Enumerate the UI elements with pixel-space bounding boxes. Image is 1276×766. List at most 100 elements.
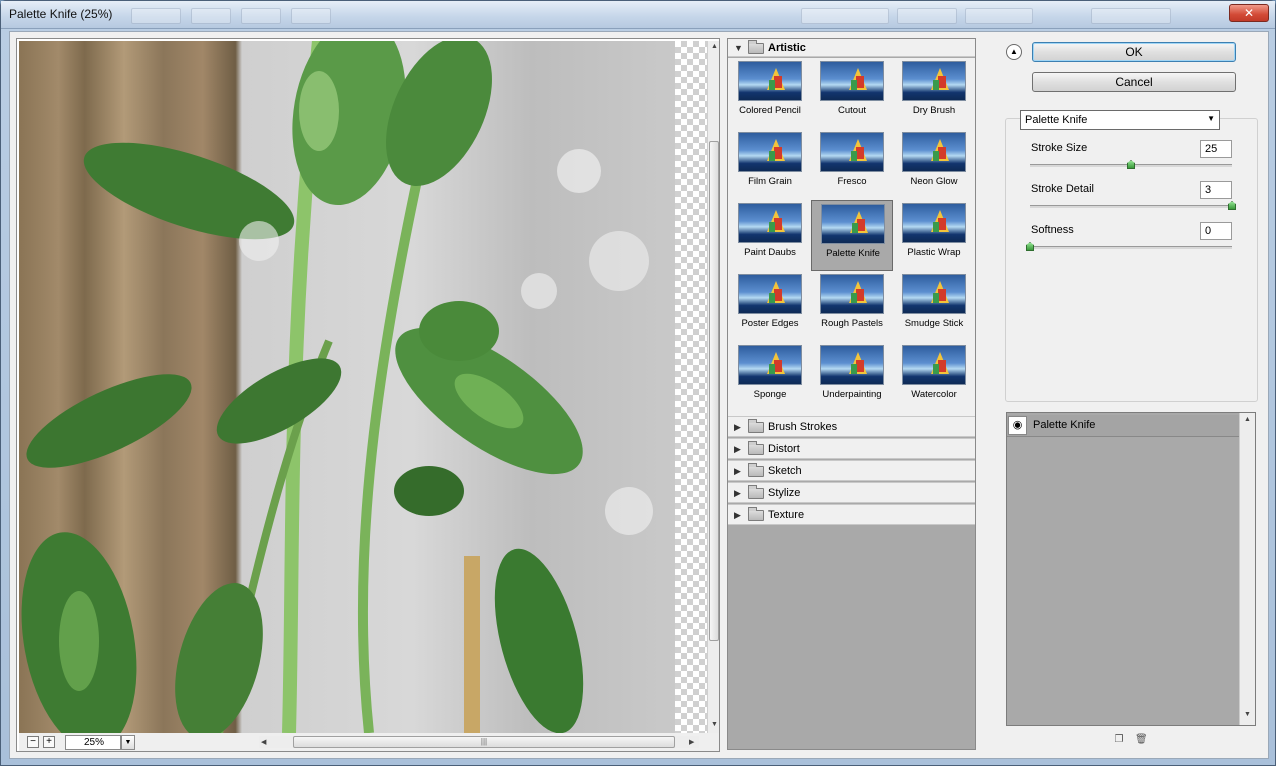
close-button[interactable]: ✕: [1229, 4, 1269, 22]
param-value-field[interactable]: 0: [1200, 222, 1232, 240]
param-slider-track[interactable]: [1030, 246, 1232, 249]
filter-gallery-window: Palette Knife (25%) ✕ ▲ ▼ − + 25% ▼ ◀ ||…: [0, 0, 1276, 766]
filter-thumb-label: Neon Glow: [910, 176, 958, 187]
filter-preview-image: [738, 345, 802, 385]
sailboat-graphic: [851, 364, 857, 374]
filter-thumb[interactable]: Cutout: [811, 58, 893, 129]
filter-gallery: ▼ Artistic Colored Pencil Cutout Dry Brush…: [727, 38, 976, 750]
sailboat-graphic: [774, 289, 782, 301]
sailboat-graphic: [938, 147, 946, 159]
param-value-field[interactable]: 3: [1200, 181, 1232, 199]
sailboat-graphic: [933, 222, 939, 232]
filter-preview-image: [902, 203, 966, 243]
expanded-triangle-icon[interactable]: ▼: [734, 43, 743, 53]
plant-preview-artwork: [21, 41, 653, 733]
title-bar[interactable]: Palette Knife (25%) ✕: [1, 1, 1275, 29]
filter-thumb-label: Underpainting: [822, 389, 882, 400]
category-row[interactable]: ▶ Distort: [728, 438, 975, 459]
preview-vertical-scrollbar[interactable]: ▲ ▼: [707, 41, 719, 733]
filter-thumb[interactable]: Colored Pencil: [729, 58, 811, 129]
filter-thumb[interactable]: Fresco: [811, 129, 893, 200]
category-row[interactable]: ▶ Texture: [728, 504, 975, 525]
folder-icon: [748, 463, 764, 477]
preview-image[interactable]: [19, 41, 675, 733]
sailboat-graphic: [769, 222, 775, 232]
ok-button[interactable]: OK: [1032, 42, 1236, 62]
background-toolbar-ghost: [131, 8, 181, 24]
sailboat-graphic: [856, 76, 864, 88]
filter-thumb[interactable]: Smudge Stick: [893, 271, 975, 342]
scroll-down-icon[interactable]: ▼: [1244, 711, 1251, 718]
param-label: Stroke Detail: [1031, 183, 1094, 195]
filter-thumb[interactable]: Film Grain: [729, 129, 811, 200]
sailboat-graphic: [938, 218, 946, 230]
filter-thumb[interactable]: Poster Edges: [729, 271, 811, 342]
filter-preview-image: [821, 204, 885, 244]
filter-thumb[interactable]: Underpainting: [811, 342, 893, 413]
trash-icon[interactable]: 🗑: [1135, 734, 1148, 746]
param-value-field[interactable]: 25: [1200, 140, 1232, 158]
filter-thumb-label: Sponge: [753, 389, 787, 400]
category-label: Sketch: [768, 465, 802, 477]
filter-select[interactable]: Palette Knife ▼: [1020, 110, 1220, 130]
collapsed-triangle-icon[interactable]: ▶: [734, 510, 741, 521]
filter-thumb[interactable]: Dry Brush: [893, 58, 975, 129]
sailboat-graphic: [938, 360, 946, 372]
cancel-button[interactable]: Cancel: [1032, 72, 1236, 92]
filter-thumb[interactable]: Palette Knife: [811, 200, 893, 271]
scroll-up-icon[interactable]: ▲: [1244, 416, 1251, 423]
filter-thumb-label: Rough Pastels: [821, 318, 883, 329]
filter-thumb[interactable]: Neon Glow: [893, 129, 975, 200]
sailboat-graphic: [774, 76, 782, 88]
new-effect-layer-icon[interactable]: ❐: [1113, 734, 1125, 746]
scroll-down-icon[interactable]: ▼: [711, 721, 718, 728]
collapsed-triangle-icon[interactable]: ▶: [734, 466, 741, 477]
sailboat-graphic: [938, 289, 946, 301]
collapsed-triangle-icon[interactable]: ▶: [734, 422, 741, 433]
category-label: Stylize: [768, 487, 801, 499]
preview-zoom-bar: − + 25% ▼ ◀ ||| ▶: [19, 733, 719, 751]
background-toolbar-ghost: [291, 8, 331, 24]
filter-preview-image: [820, 61, 884, 101]
category-row[interactable]: ▶ Sketch: [728, 460, 975, 481]
layers-scrollbar[interactable]: ▲ ▼: [1239, 413, 1255, 725]
scroll-left-icon[interactable]: ◀: [261, 738, 266, 746]
effect-layer-row[interactable]: ◉ Palette Knife: [1007, 415, 1239, 437]
filter-thumb[interactable]: Paint Daubs: [729, 200, 811, 271]
eye-icon[interactable]: ◉: [1008, 416, 1027, 435]
filter-thumb-label: Poster Edges: [741, 318, 799, 329]
category-artistic[interactable]: ▼ Artistic: [728, 39, 975, 57]
sailboat-graphic: [933, 293, 939, 303]
collapse-gallery-button[interactable]: ▲: [1006, 44, 1022, 60]
preview-pane[interactable]: ▲ ▼ − + 25% ▼ ◀ ||| ▶: [16, 38, 720, 752]
zoom-out-button[interactable]: −: [27, 736, 39, 748]
collapsed-triangle-icon[interactable]: ▶: [734, 444, 741, 455]
zoom-field[interactable]: 25%: [65, 735, 121, 750]
filter-thumb[interactable]: Sponge: [729, 342, 811, 413]
filter-thumb[interactable]: Watercolor: [893, 342, 975, 413]
category-row[interactable]: ▶ Stylize: [728, 482, 975, 503]
background-search-ghost: [1091, 8, 1171, 24]
effect-layer-name: Palette Knife: [1033, 419, 1096, 431]
scroll-right-icon[interactable]: ▶: [689, 738, 694, 746]
scroll-thumb[interactable]: [709, 141, 719, 641]
filter-thumb[interactable]: Rough Pastels: [811, 271, 893, 342]
sailboat-graphic: [774, 360, 782, 372]
effect-layers-panel: ◉ Palette Knife ▲ ▼: [1006, 412, 1256, 726]
preview-horizontal-scrollbar[interactable]: ◀ ||| ▶: [259, 736, 699, 748]
filter-thumb-label: Paint Daubs: [744, 247, 796, 258]
filter-thumb[interactable]: Plastic Wrap: [893, 200, 975, 271]
collapsed-triangle-icon[interactable]: ▶: [734, 488, 741, 499]
filter-preview-image: [820, 274, 884, 314]
sailboat-graphic: [938, 76, 946, 88]
param-slider-track[interactable]: [1030, 205, 1232, 208]
folder-icon: [748, 507, 764, 521]
scroll-up-icon[interactable]: ▲: [711, 43, 718, 50]
zoom-in-button[interactable]: +: [43, 736, 55, 748]
filter-thumbnail-grid: Colored Pencil Cutout Dry Brush Film Grain F…: [728, 58, 975, 416]
sailboat-graphic: [774, 147, 782, 159]
sailboat-graphic: [856, 289, 864, 301]
category-row[interactable]: ▶ Brush Strokes: [728, 416, 975, 437]
zoom-dropdown-icon[interactable]: ▼: [121, 735, 135, 750]
scroll-thumb[interactable]: |||: [293, 736, 675, 748]
